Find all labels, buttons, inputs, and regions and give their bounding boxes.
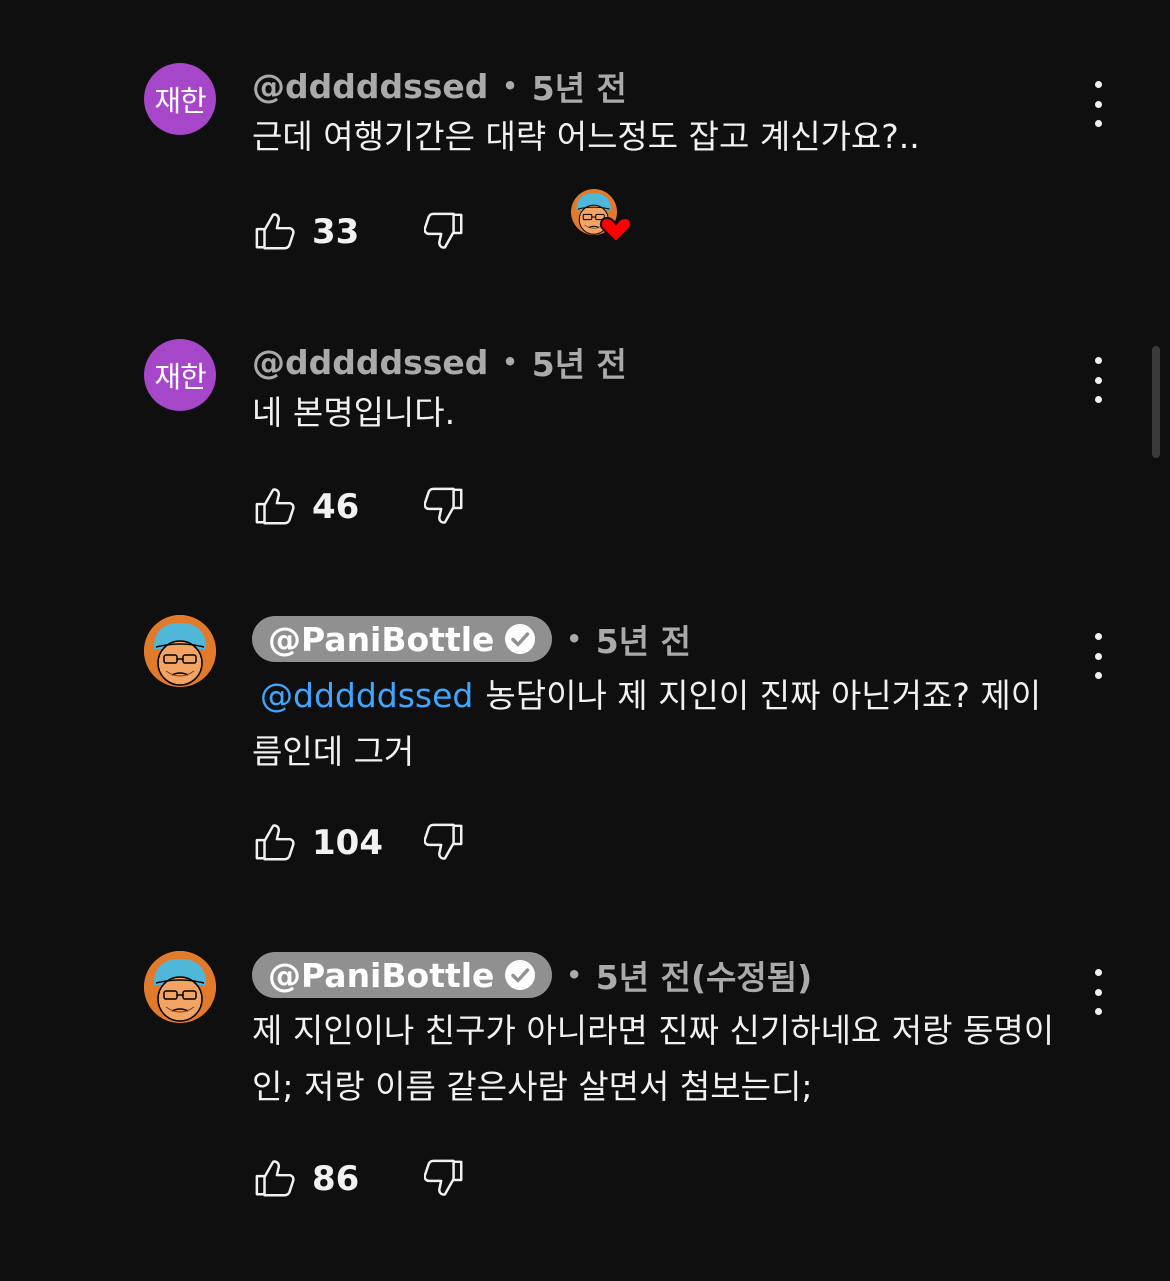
thumb-up-icon[interactable] [254, 211, 296, 253]
scrollbar[interactable] [1152, 346, 1160, 458]
avatar[interactable]: 재한 [144, 63, 216, 135]
separator-dot: • [502, 348, 518, 376]
more-vert-icon[interactable] [1080, 633, 1116, 679]
timestamp[interactable]: 5년 전 [596, 615, 691, 663]
comment-text-line1: 제 지인이나 친구가 아니라면 진짜 신기하네요 저랑 동명이 [252, 1011, 1055, 1050]
comment-actions: 104 [254, 821, 463, 865]
comment-actions: 86 [254, 1157, 463, 1201]
thumb-down-icon[interactable] [424, 211, 466, 253]
thumb-up-icon[interactable] [254, 486, 296, 528]
verified-check-icon [505, 624, 536, 654]
separator-dot: • [566, 625, 582, 653]
author-name[interactable]: @dddddssed [252, 67, 488, 106]
more-vert-icon[interactable] [1080, 81, 1116, 127]
comment-text: @dddddssed 농담이나 제 지인이 진짜 아닌거죠? 제이 름인데 그거 [252, 668, 1092, 780]
comment-meta: @dddddssed • 5년 전 [252, 63, 627, 109]
mention-link[interactable]: @dddddssed [260, 676, 473, 715]
thumb-down-icon[interactable] [424, 486, 466, 528]
thumb-down-icon[interactable] [424, 1158, 466, 1200]
like-count: 104 [312, 823, 383, 863]
verified-check-icon [505, 960, 536, 990]
avatar[interactable]: 재한 [144, 339, 216, 411]
like-count: 46 [312, 487, 360, 527]
thumb-up-icon[interactable] [254, 1158, 296, 1200]
timestamp[interactable]: 5년 전(수정됨) [596, 951, 812, 999]
author-name: @PaniBottle [268, 619, 495, 659]
thumb-down-icon[interactable] [424, 822, 466, 864]
comment-actions: 33 [254, 189, 633, 254]
separator-dot: • [566, 961, 582, 989]
creator-badge[interactable]: @PaniBottle [252, 616, 553, 662]
creator-heart-icon[interactable] [570, 188, 634, 246]
comment-meta: @PaniBottle • 5년 전 [252, 616, 691, 662]
comment-text: 네 본명입니다. [252, 393, 456, 432]
separator-dot: • [502, 72, 518, 100]
comment-text: 제 지인이나 친구가 아니라면 진짜 신기하네요 저랑 동명이 인; 저랑 이름… [252, 1003, 1092, 1115]
timestamp[interactable]: 5년 전 [532, 338, 627, 386]
comment-actions: 46 [254, 485, 463, 529]
creator-badge[interactable]: @PaniBottle [252, 952, 553, 998]
comment-text-line2: 인; 저랑 이름 같은사람 살면서 첨보는디; [252, 1067, 813, 1106]
comment-meta: @dddddssed • 5년 전 [252, 339, 627, 385]
author-name[interactable]: @dddddssed [252, 343, 488, 382]
like-count: 86 [312, 1159, 360, 1199]
more-vert-icon[interactable] [1080, 357, 1116, 403]
author-name: @PaniBottle [268, 955, 495, 995]
like-count: 33 [312, 212, 360, 252]
avatar[interactable] [144, 951, 216, 1023]
comment-meta: @PaniBottle • 5년 전(수정됨) [252, 952, 812, 998]
comment-text-line2: 름인데 그거 [252, 732, 415, 771]
timestamp[interactable]: 5년 전 [532, 62, 627, 110]
comment-text-line1: 농담이나 제 지인이 진짜 아닌거죠? 제이 [485, 676, 1042, 715]
comment-text: 근데 여행기간은 대략 어느정도 잡고 계신가요?.. [252, 117, 920, 156]
more-vert-icon[interactable] [1080, 969, 1116, 1015]
thumb-up-icon[interactable] [254, 822, 296, 864]
avatar[interactable] [144, 615, 216, 687]
